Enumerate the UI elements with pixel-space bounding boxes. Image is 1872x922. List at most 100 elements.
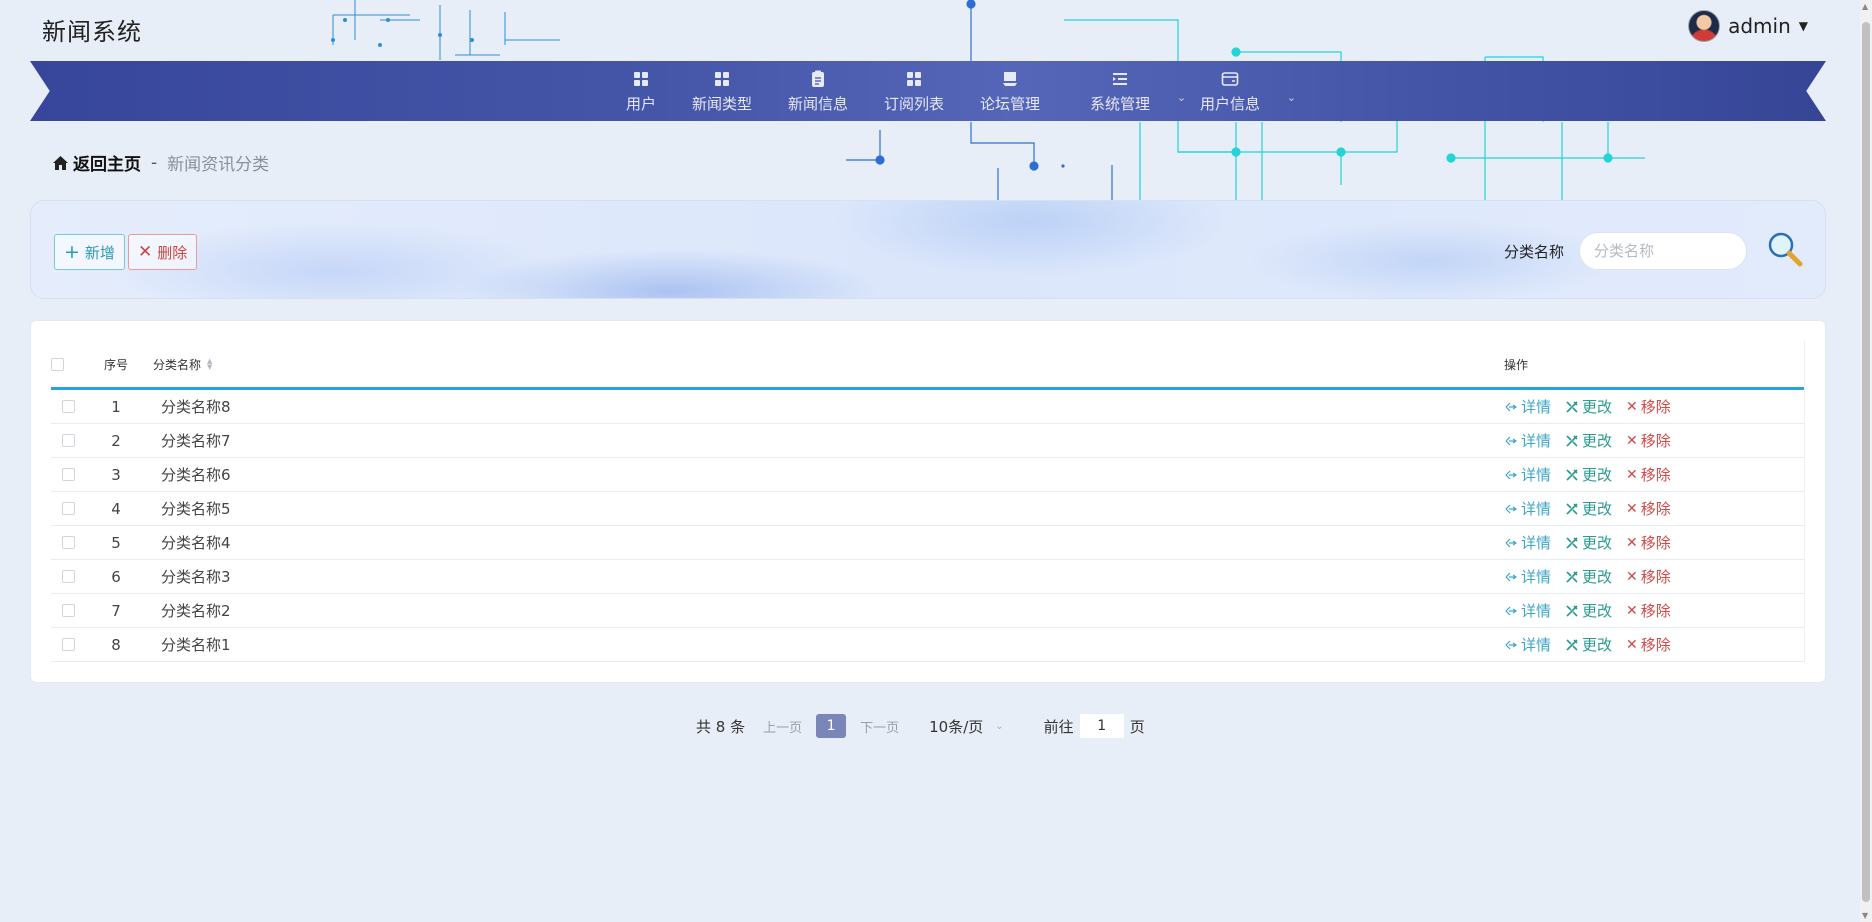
nav-item-news-info[interactable]: 新闻信息 (770, 61, 866, 121)
plus-icon: + (64, 241, 80, 263)
nav-item-user-info[interactable]: 用户信息 ⌄ (1182, 61, 1296, 121)
row-checkbox[interactable] (61, 536, 75, 549)
remove-button[interactable]: ✕ 移除 (1626, 600, 1671, 621)
row-checkbox[interactable] (61, 468, 75, 481)
page-size-select[interactable]: 10条/页 ⌄ (929, 716, 1004, 737)
detail-button[interactable]: 详情 (1504, 396, 1551, 417)
edit-label: 更改 (1582, 398, 1613, 416)
edit-label: 更改 (1582, 500, 1613, 518)
row-checkbox[interactable] (61, 570, 75, 583)
detail-button[interactable]: 详情 (1504, 566, 1551, 587)
detail-button[interactable]: 详情 (1504, 464, 1551, 485)
grid-icon (633, 71, 648, 86)
nav-item-subscriptions[interactable]: 订阅列表 (866, 61, 962, 121)
row-checkbox[interactable] (61, 638, 75, 651)
remove-button[interactable]: ✕ 移除 (1626, 396, 1671, 417)
row-actions: 详情 更改 ✕ 移除 (1504, 396, 1804, 417)
remove-button[interactable]: ✕ 移除 (1626, 566, 1671, 587)
detail-icon (1505, 538, 1518, 547)
edit-button[interactable]: 更改 (1565, 634, 1612, 655)
remove-button[interactable]: ✕ 移除 (1626, 464, 1671, 485)
nav-item-system[interactable]: 系统管理 ⌄ (1072, 61, 1186, 121)
page-unit-label: 页 (1129, 717, 1145, 736)
wrench-icon (1566, 502, 1578, 515)
search-input[interactable] (1579, 232, 1747, 270)
row-name: 分类名称2 (161, 602, 231, 620)
next-page-button[interactable]: 下一页 (860, 717, 899, 736)
remove-button[interactable]: ✕ 移除 (1626, 430, 1671, 451)
table-row: 4 分类名称5 详情 更改 ✕ 移除 (51, 492, 1804, 526)
row-name: 分类名称7 (161, 432, 231, 450)
edit-label: 更改 (1582, 432, 1613, 450)
row-checkbox[interactable] (61, 434, 75, 447)
row-select-cell (51, 468, 85, 481)
user-menu[interactable]: admin ▼ (1688, 10, 1808, 42)
breadcrumb-home-label[interactable]: 返回主页 (73, 150, 141, 175)
table-row: 8 分类名称1 详情 更改 ✕ 移除 (51, 628, 1804, 662)
nav-item-forum[interactable]: 论坛管理 (962, 61, 1058, 121)
clipboard-icon (811, 70, 824, 87)
remove-label: 移除 (1640, 534, 1671, 552)
remove-label: 移除 (1640, 602, 1671, 620)
header-index: 序号 (103, 357, 128, 372)
edit-button[interactable]: 更改 (1565, 566, 1612, 587)
row-index: 7 (111, 601, 121, 620)
detail-button[interactable]: 详情 (1504, 430, 1551, 451)
header-ops: 操作 (1504, 357, 1529, 372)
edit-button[interactable]: 更改 (1565, 498, 1612, 519)
table-row: 6 分类名称3 详情 更改 ✕ 移除 (51, 560, 1804, 594)
nav-label: 新闻信息 (787, 94, 848, 113)
sort-icon[interactable]: ▲ ▼ (207, 358, 212, 371)
goto-label: 前往 (1043, 717, 1074, 736)
edit-button[interactable]: 更改 (1565, 600, 1612, 621)
prev-page-button[interactable]: 上一页 (763, 717, 802, 736)
detail-button[interactable]: 详情 (1504, 634, 1551, 655)
row-actions: 详情 更改 ✕ 移除 (1504, 532, 1804, 553)
scrollbar-thumb[interactable] (1862, 22, 1870, 902)
search-icon[interactable] (1765, 229, 1805, 269)
page-number-current[interactable]: 1 (816, 714, 847, 738)
remove-button[interactable]: ✕ 移除 (1626, 634, 1671, 655)
header-name-label: 分类名称 (153, 357, 202, 372)
row-checkbox[interactable] (61, 400, 75, 413)
breadcrumb-home[interactable]: 返回主页 (52, 150, 141, 175)
edit-button[interactable]: 更改 (1565, 430, 1612, 451)
detail-icon (1505, 470, 1518, 479)
remove-label: 移除 (1640, 636, 1671, 654)
main-nav: 用户 新闻类型 新闻信息 订阅列表 论坛管理 系统管理 ⌄ 用户信息 ⌄ (30, 61, 1826, 121)
nav-item-news-types[interactable]: 新闻类型 (674, 61, 770, 121)
goto-page-input[interactable] (1079, 714, 1124, 738)
edit-button[interactable]: 更改 (1565, 464, 1612, 485)
detail-label: 详情 (1521, 568, 1552, 586)
row-checkbox[interactable] (61, 604, 75, 617)
select-all-cell (51, 357, 85, 371)
row-name: 分类名称6 (161, 466, 231, 484)
vertical-scrollbar[interactable]: ▲ ▼ (1860, 0, 1872, 922)
app-title: 新闻系统 (42, 18, 142, 46)
row-checkbox[interactable] (61, 502, 75, 515)
caret-down-icon[interactable]: ▼ (1799, 19, 1808, 33)
edit-button[interactable]: 更改 (1565, 396, 1612, 417)
avatar[interactable] (1688, 10, 1721, 42)
scroll-up-icon[interactable]: ▲ (1862, 2, 1868, 11)
header-name[interactable]: 分类名称 ▲ ▼ (141, 356, 1504, 373)
detail-button[interactable]: 详情 (1504, 532, 1551, 553)
username[interactable]: admin (1728, 14, 1791, 38)
select-all-checkbox[interactable] (51, 357, 64, 371)
remove-button[interactable]: ✕ 移除 (1626, 532, 1671, 553)
remove-button[interactable]: ✕ 移除 (1626, 498, 1671, 519)
add-button[interactable]: + 新增 (54, 234, 125, 270)
scroll-down-icon[interactable]: ▼ (1862, 911, 1868, 920)
delete-button[interactable]: ✕ 删除 (128, 234, 198, 270)
home-icon (53, 155, 68, 170)
remove-label: 移除 (1640, 398, 1671, 416)
chevron-down-icon: ⌄ (995, 720, 1004, 732)
edit-button[interactable]: 更改 (1565, 532, 1612, 553)
wrench-icon (1566, 468, 1578, 481)
detail-button[interactable]: 详情 (1504, 600, 1551, 621)
breadcrumb: 返回主页 - 新闻资讯分类 (52, 150, 269, 175)
nav-item-users[interactable]: 用户 (608, 61, 674, 121)
card-icon (1221, 71, 1239, 86)
table-row: 7 分类名称2 详情 更改 ✕ 移除 (51, 594, 1804, 628)
detail-button[interactable]: 详情 (1504, 498, 1551, 519)
